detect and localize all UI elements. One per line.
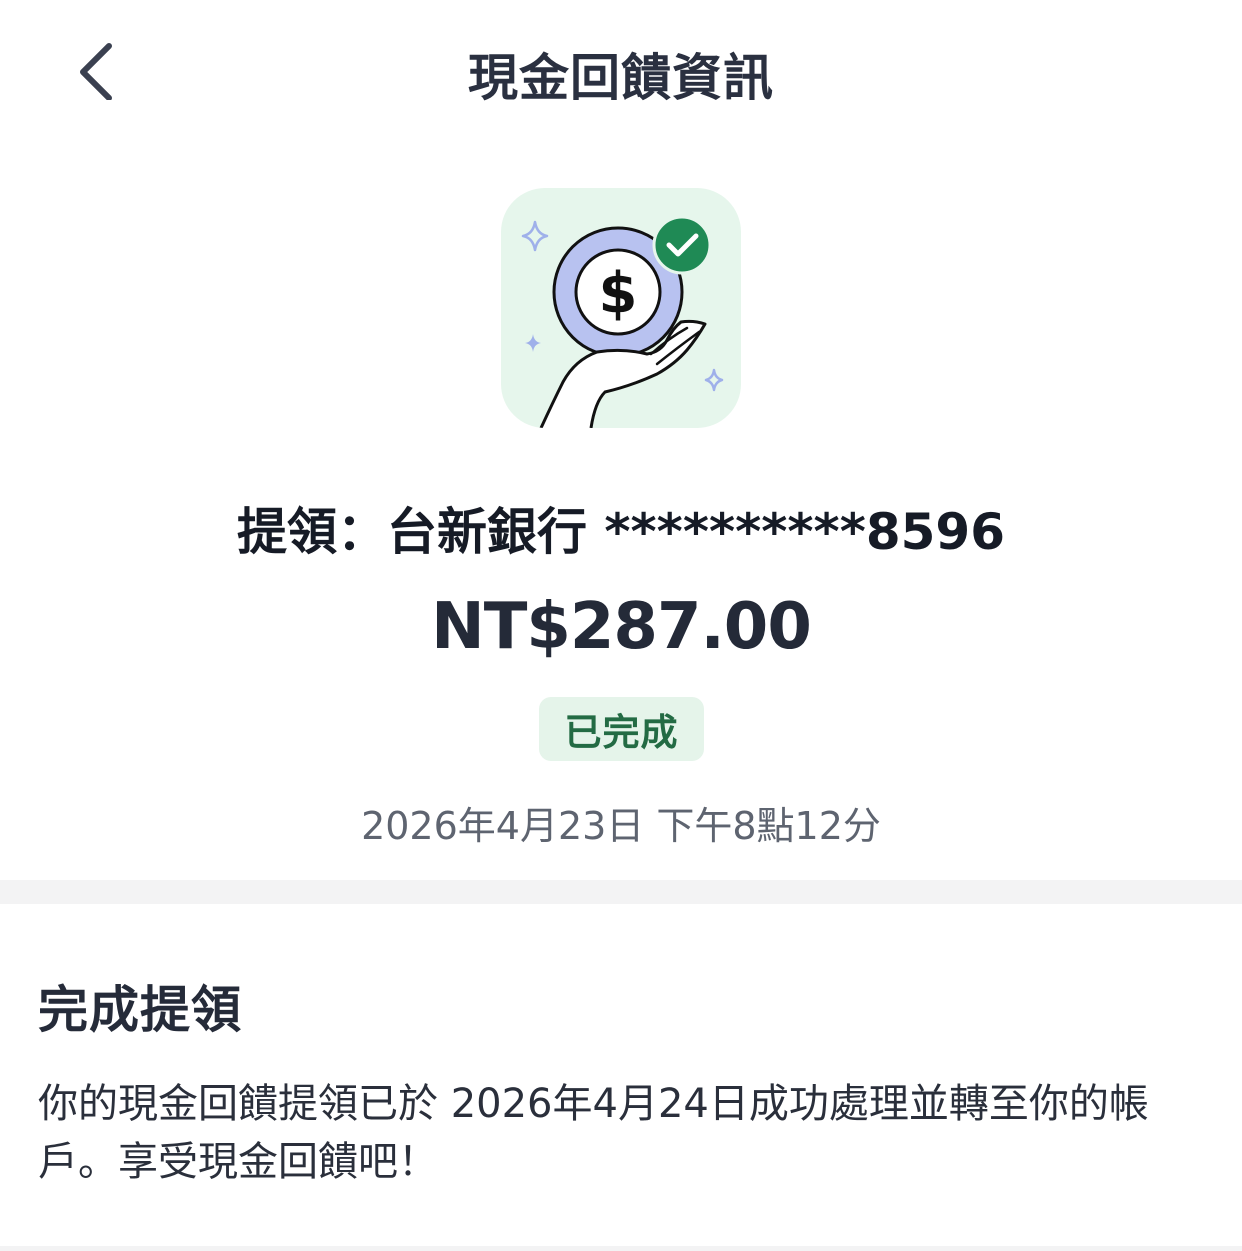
page-title: 現金回饋資訊 — [468, 49, 774, 107]
cash-received-illustration: $ — [501, 188, 741, 428]
transaction-timestamp: 2026年4月23日 下午8點12分 — [361, 804, 881, 848]
section-description: 你的現金回饋提領已於 2026年4月24日成功處理並轉至你的帳戶。享受現金回饋吧… — [38, 1081, 1149, 1185]
bottom-divider — [0, 1246, 1242, 1251]
section-title: 完成提領 — [38, 981, 242, 1039]
withdraw-destination: 提領：台新銀行 **********8596 — [236, 503, 1006, 561]
cashback-info-page: 現金回饋資訊 $ 提領：台新銀行 **********8596 NT$287.0… — [0, 0, 1242, 1251]
section-divider — [0, 880, 1242, 904]
top-bar: 現金回饋資訊 — [0, 0, 1242, 140]
cashback-amount: NT$287.00 — [431, 590, 812, 664]
svg-text:$: $ — [599, 261, 638, 326]
status-badge: 已完成 — [539, 697, 704, 761]
cash-received-icon: $ — [521, 215, 724, 428]
